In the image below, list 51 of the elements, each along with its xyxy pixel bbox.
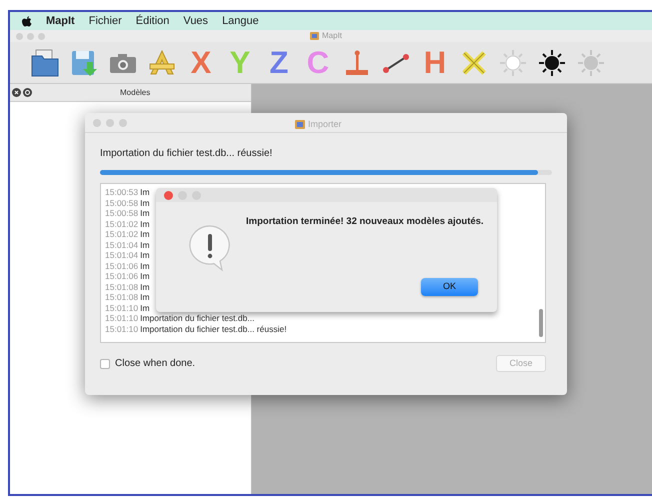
ok-button[interactable]: OK <box>421 278 478 296</box>
log-message: Im <box>140 292 150 302</box>
checkbox-label: Close when done. <box>115 357 196 371</box>
menu-item[interactable]: Fichier <box>88 12 122 30</box>
log-time: 15:01:04 <box>105 250 138 260</box>
scroll-bar[interactable] <box>539 309 543 337</box>
log-time: 15:01:10 <box>105 324 138 334</box>
apple-icon[interactable] <box>22 16 32 26</box>
log-message: Im <box>140 187 150 198</box>
log-time: 15:01:02 <box>105 229 138 240</box>
log-message: Im <box>140 208 150 218</box>
checkbox[interactable] <box>100 358 110 368</box>
status-text: Importation du fichier test.db... réussie! <box>100 147 274 161</box>
log-message: Im <box>140 250 150 260</box>
log-time: 15:01:10 <box>105 302 138 313</box>
log-time: 15:01:08 <box>105 282 138 292</box>
log-time: 15:00:58 <box>105 198 138 208</box>
close-control[interactable] <box>164 190 173 200</box>
menu-item[interactable]: Vues <box>183 12 208 30</box>
log-message: Im <box>140 260 150 271</box>
app-menu[interactable]: MapIt <box>46 12 75 30</box>
circle-icon[interactable] <box>23 88 32 97</box>
log-message: Importation du fichier test.db... <box>140 313 254 324</box>
close-icon[interactable] <box>12 88 21 97</box>
log-message: Importation du fichier test.db... réussie! <box>140 324 287 334</box>
menu-item[interactable]: Langue <box>222 12 259 30</box>
log-message: Im <box>140 218 150 229</box>
sun-icon[interactable] <box>537 48 567 78</box>
log-time: 15:01:02 <box>105 218 138 229</box>
log-time: 15:00:58 <box>105 208 138 218</box>
log-message: Im <box>140 282 150 292</box>
log-message: Im <box>140 271 150 282</box>
app-icon <box>295 120 305 130</box>
log-message: Im <box>140 198 150 208</box>
log-time: 15:01:06 <box>105 271 138 282</box>
menu-item[interactable]: Édition <box>136 12 170 30</box>
log-time: 15:00:53 <box>105 187 138 198</box>
log-time: 15:01:10 <box>105 313 138 324</box>
log-message: Im <box>140 229 150 240</box>
dialog-title: Importer <box>308 118 342 131</box>
app-icon <box>310 32 319 40</box>
alert-message: Importation terminée! 32 nouveaux modèles ajoutés. <box>246 216 485 227</box>
log-time: 15:01:08 <box>105 292 138 302</box>
log-time: 15:01:06 <box>105 260 138 271</box>
sidebar-title: Modèles <box>120 86 150 98</box>
window-title: MapIt <box>322 30 342 42</box>
folder-icon[interactable] <box>30 48 60 78</box>
log-message: Im <box>140 302 150 313</box>
log-time: 15:01:04 <box>105 240 138 250</box>
log-message: Im <box>140 240 150 250</box>
ruler-icon[interactable] <box>147 48 177 78</box>
